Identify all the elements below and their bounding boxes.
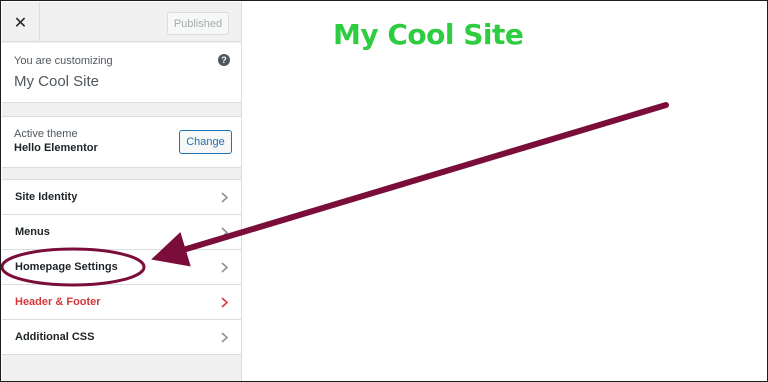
section-divider bbox=[2, 168, 241, 180]
menu-item-header-footer[interactable]: Header & Footer bbox=[2, 285, 241, 320]
menu-item-homepage-settings[interactable]: Homepage Settings bbox=[2, 250, 241, 285]
customizing-info: You are customizing My Cool Site ? bbox=[2, 43, 241, 103]
chevron-right-icon bbox=[221, 332, 228, 343]
customizer-menu: Site Identity Menus Homepage Settings He… bbox=[2, 180, 241, 355]
active-theme-panel: Active theme Hello Elementor Change bbox=[2, 117, 241, 168]
active-theme-name: Hello Elementor bbox=[14, 142, 98, 154]
close-button[interactable]: ✕ bbox=[2, 2, 40, 42]
customizing-label: You are customizing bbox=[14, 55, 113, 67]
preview-site-title[interactable]: My Cool Site bbox=[333, 18, 524, 51]
section-divider bbox=[2, 103, 241, 117]
customizer-sidebar: ✕ Published You are customizing My Cool … bbox=[2, 2, 242, 381]
menu-item-menus[interactable]: Menus bbox=[2, 215, 241, 250]
screenshot-frame: ✕ Published You are customizing My Cool … bbox=[0, 0, 768, 382]
menu-item-site-identity[interactable]: Site Identity bbox=[2, 180, 241, 215]
change-theme-button[interactable]: Change bbox=[179, 130, 232, 154]
chevron-right-icon bbox=[221, 262, 228, 273]
site-preview: My Cool Site bbox=[243, 2, 767, 381]
chevron-right-icon bbox=[221, 192, 228, 203]
menu-item-label: Additional CSS bbox=[15, 331, 95, 343]
customizer-header: ✕ Published bbox=[2, 2, 241, 42]
menu-item-label: Menus bbox=[15, 226, 50, 238]
menu-item-label: Header & Footer bbox=[15, 296, 101, 308]
menu-item-label: Site Identity bbox=[15, 191, 78, 203]
active-theme-label: Active theme bbox=[14, 128, 78, 140]
help-icon[interactable]: ? bbox=[218, 54, 230, 66]
menu-item-additional-css[interactable]: Additional CSS bbox=[2, 320, 241, 355]
customizing-site-name: My Cool Site bbox=[14, 73, 100, 90]
close-icon: ✕ bbox=[13, 12, 28, 32]
chevron-right-icon bbox=[221, 227, 228, 238]
chevron-right-icon bbox=[221, 297, 228, 308]
published-button[interactable]: Published bbox=[167, 12, 229, 35]
menu-item-label: Homepage Settings bbox=[15, 261, 118, 273]
